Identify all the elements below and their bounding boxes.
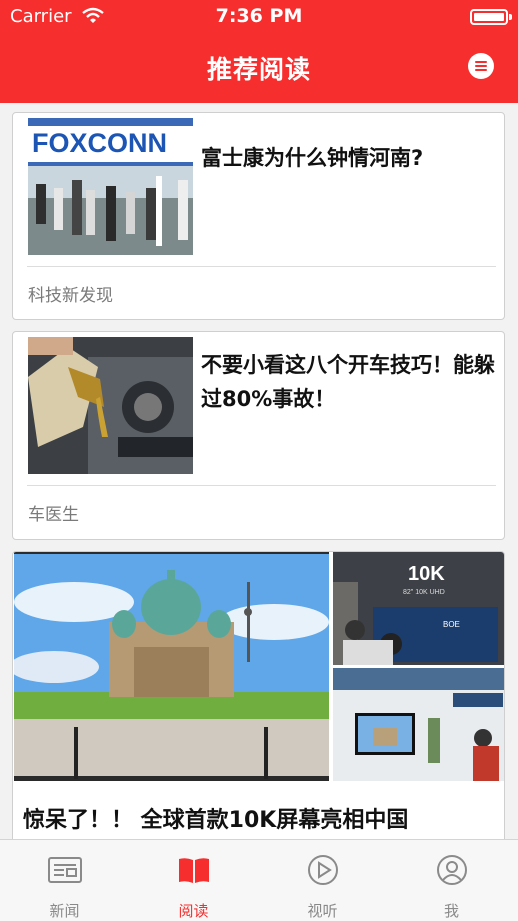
article-source[interactable]: 科技新发现 — [28, 281, 113, 306]
tab-label: 视听 — [307, 902, 338, 920]
tab-news[interactable]: 新闻 — [0, 840, 129, 921]
status-bar: Carrier 7:36 PM — [0, 0, 518, 34]
tab-me[interactable]: 我 — [387, 840, 516, 921]
featured-side-image-bottom — [333, 668, 504, 781]
tab-label: 阅读 — [178, 902, 209, 920]
card-divider — [27, 266, 496, 267]
news-icon — [48, 857, 82, 883]
article-title[interactable]: 不要小看这八个开车技巧！能躲过80%事故！ — [201, 348, 496, 416]
article-card[interactable]: FOXCONN 富士康为什么钟情河南? 科技新发现 — [12, 112, 505, 320]
battery-tip — [509, 14, 512, 20]
page-title: 推荐阅读 — [206, 55, 311, 84]
article-title[interactable]: 富士康为什么钟情河南? — [201, 141, 496, 175]
tab-label: 新闻 — [49, 902, 80, 920]
featured-article-card[interactable]: 10K 82" 10K UHD BOE 惊呆了！！ 全球首款10K屏幕亮相中国 — [12, 551, 505, 851]
tab-reading[interactable]: 阅读 — [129, 840, 258, 921]
featured-side-image-top: 10K 82" 10K UHD BOE — [333, 552, 504, 665]
article-card[interactable]: 不要小看这八个开车技巧！能躲过80%事故！ 车医生 — [12, 331, 505, 540]
article-thumbnail — [28, 337, 193, 474]
foxconn-logo-text: FOXCONN — [32, 128, 167, 158]
book-icon — [179, 858, 209, 883]
play-icon — [308, 855, 338, 885]
battery-icon — [470, 9, 508, 25]
featured-article-title[interactable]: 惊呆了！！ 全球首款10K屏幕亮相中国 — [23, 802, 408, 834]
user-icon — [437, 855, 467, 885]
article-thumbnail: FOXCONN — [28, 118, 193, 255]
tab-media[interactable]: 视听 — [258, 840, 387, 921]
featured-main-image — [13, 552, 329, 781]
card-divider — [27, 485, 496, 486]
nav-header: Carrier 7:36 PM 推荐阅读 — [0, 0, 518, 103]
tab-label: 我 — [443, 902, 459, 920]
boe-label: BOE — [443, 620, 460, 629]
menu-icon[interactable] — [468, 53, 494, 79]
article-source[interactable]: 车医生 — [28, 500, 79, 525]
10k-text: 10K — [408, 563, 445, 585]
status-time: 7:36 PM — [215, 5, 303, 27]
tab-bar: 新闻 阅读 视听 我 — [0, 839, 518, 921]
10k-subtext: 82" 10K UHD — [403, 589, 445, 596]
